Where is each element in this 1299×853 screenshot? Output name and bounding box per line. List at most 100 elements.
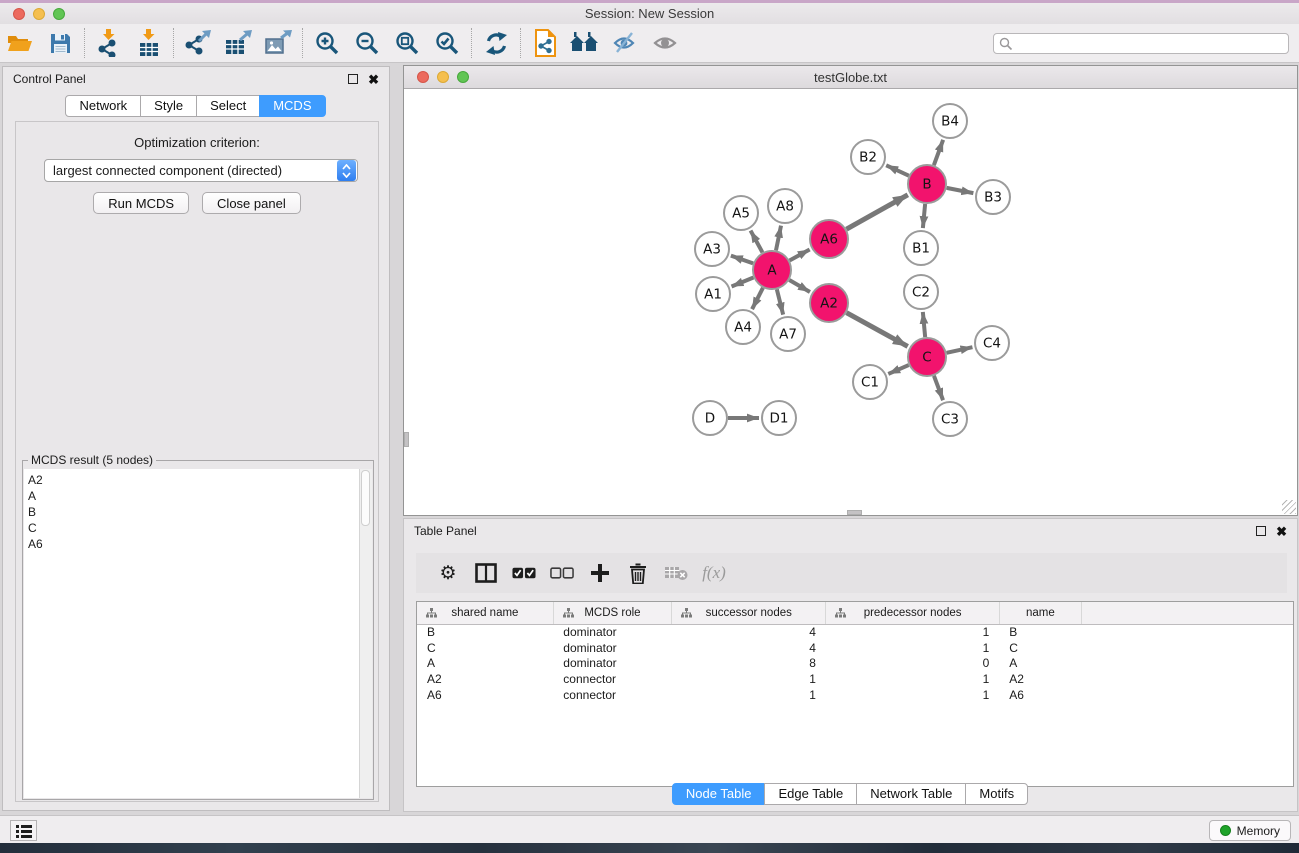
edge-A-A2[interactable] bbox=[789, 280, 810, 292]
svg-text:C4: C4 bbox=[983, 336, 1001, 352]
svg-text:A8: A8 bbox=[776, 199, 794, 215]
select-all-checks-icon[interactable] bbox=[512, 560, 536, 586]
node-A8[interactable]: A8 bbox=[768, 189, 802, 223]
node-A7[interactable]: A7 bbox=[771, 317, 805, 351]
column-header-successor-nodes[interactable]: successor nodes bbox=[672, 602, 826, 624]
new-network-from-file-icon[interactable] bbox=[525, 27, 565, 59]
refresh-icon[interactable] bbox=[476, 27, 516, 59]
edge-A6-B[interactable] bbox=[846, 195, 907, 229]
node-B1[interactable]: B1 bbox=[904, 231, 938, 265]
node-B[interactable]: B bbox=[908, 165, 946, 203]
edge-A-A6[interactable] bbox=[790, 250, 810, 261]
mcds-result-item: A6 bbox=[28, 536, 359, 552]
zoom-fit-icon[interactable] bbox=[387, 27, 427, 59]
result-scrollbar[interactable] bbox=[360, 469, 372, 798]
node-C1[interactable]: C1 bbox=[853, 365, 887, 399]
table-row[interactable]: A2connector11A2 bbox=[417, 671, 1294, 687]
network-graph: A A1 A2 A3 A4 A5 A6 A7 A8 B B1 B2 B3 B4 C C1 C2 C3 C4 D D1 bbox=[404, 89, 1297, 515]
edge-C-C3[interactable] bbox=[934, 376, 943, 400]
tab-edge-table[interactable]: Edge Table bbox=[764, 783, 857, 805]
export-network-icon[interactable] bbox=[178, 27, 218, 59]
tab-network-table[interactable]: Network Table bbox=[856, 783, 966, 805]
node-C2[interactable]: C2 bbox=[904, 275, 938, 309]
edge-A-A4[interactable] bbox=[752, 288, 763, 309]
node-A2[interactable]: A2 bbox=[810, 284, 848, 322]
node-D1[interactable]: D1 bbox=[762, 401, 796, 435]
tab-select[interactable]: Select bbox=[196, 95, 260, 117]
open-file-icon[interactable] bbox=[0, 27, 40, 59]
network-vertical-scrollbar-thumb[interactable] bbox=[404, 432, 409, 447]
memory-button[interactable]: Memory bbox=[1209, 820, 1291, 841]
node-A6[interactable]: A6 bbox=[810, 220, 848, 258]
network-horizontal-scrollbar-thumb[interactable] bbox=[847, 510, 862, 515]
edge-B-B2[interactable] bbox=[886, 165, 909, 175]
column-header-shared-name[interactable]: shared name bbox=[417, 602, 553, 624]
close-panel-icon[interactable]: ✖ bbox=[368, 73, 379, 86]
result-scrollbar-thumb[interactable] bbox=[361, 470, 370, 526]
zoom-out-icon[interactable] bbox=[347, 27, 387, 59]
edge-A-A7[interactable] bbox=[777, 289, 783, 314]
table-row[interactable]: A6connector11A6 bbox=[417, 687, 1294, 703]
edge-C-C2[interactable] bbox=[923, 312, 925, 337]
column-header-name[interactable]: name bbox=[999, 602, 1081, 624]
table-row[interactable]: Cdominator41C bbox=[417, 640, 1294, 656]
column-header-predecessor-nodes[interactable]: predecessor nodes bbox=[826, 602, 999, 624]
import-network-icon[interactable] bbox=[89, 27, 129, 59]
resize-grip[interactable] bbox=[1282, 500, 1296, 514]
node-B4[interactable]: B4 bbox=[933, 104, 967, 138]
node-A1[interactable]: A1 bbox=[696, 277, 730, 311]
edge-A-A1[interactable] bbox=[732, 278, 754, 287]
tab-mcds[interactable]: MCDS bbox=[259, 95, 325, 117]
zoom-in-icon[interactable] bbox=[307, 27, 347, 59]
hide-details-icon[interactable] bbox=[605, 27, 645, 59]
settings-gear-icon[interactable]: ⚙ bbox=[436, 560, 460, 586]
criterion-select[interactable]: largest connected component (directed) bbox=[44, 159, 358, 182]
panel-selector-button[interactable] bbox=[10, 820, 37, 841]
zoom-selected-icon[interactable] bbox=[427, 27, 467, 59]
node-A3[interactable]: A3 bbox=[695, 232, 729, 266]
tab-style[interactable]: Style bbox=[140, 95, 197, 117]
column-chooser-icon[interactable] bbox=[474, 560, 498, 586]
node-A[interactable]: A bbox=[753, 251, 791, 289]
tab-network[interactable]: Network bbox=[65, 95, 141, 117]
node-C[interactable]: C bbox=[908, 338, 946, 376]
edge-B-B3[interactable] bbox=[947, 188, 974, 193]
run-mcds-button[interactable]: Run MCDS bbox=[93, 192, 189, 214]
export-table-icon[interactable] bbox=[218, 27, 258, 59]
home-layout-icon[interactable] bbox=[565, 27, 605, 59]
node-C4[interactable]: C4 bbox=[975, 326, 1009, 360]
edge-B-B4[interactable] bbox=[934, 140, 943, 165]
column-header-mcds-role[interactable]: MCDS role bbox=[553, 602, 671, 624]
table-row[interactable]: Bdominator41B bbox=[417, 624, 1294, 640]
delete-column-icon[interactable] bbox=[626, 560, 650, 586]
node-C3[interactable]: C3 bbox=[933, 402, 967, 436]
close-table-panel-icon[interactable]: ✖ bbox=[1276, 525, 1287, 538]
tab-node-table[interactable]: Node Table bbox=[672, 783, 766, 805]
show-details-icon[interactable] bbox=[645, 27, 685, 59]
edge-C-C4[interactable] bbox=[947, 347, 973, 353]
float-panel-icon[interactable] bbox=[348, 74, 358, 84]
edge-C-C1[interactable] bbox=[888, 365, 908, 374]
float-table-panel-icon[interactable] bbox=[1256, 526, 1266, 536]
import-table-icon[interactable] bbox=[129, 27, 169, 59]
deselect-all-checks-icon[interactable] bbox=[550, 560, 574, 586]
close-panel-button[interactable]: Close panel bbox=[202, 192, 301, 214]
edge-A-A3[interactable] bbox=[731, 256, 753, 264]
edge-B-B1[interactable] bbox=[923, 204, 925, 228]
node-B2[interactable]: B2 bbox=[851, 140, 885, 174]
add-column-icon[interactable] bbox=[588, 560, 612, 586]
node-A4[interactable]: A4 bbox=[726, 310, 760, 344]
edge-A2-C[interactable] bbox=[847, 313, 908, 347]
search-input[interactable] bbox=[1013, 37, 1288, 51]
table-row[interactable]: Adominator80A bbox=[417, 656, 1294, 672]
network-canvas[interactable]: A A1 A2 A3 A4 A5 A6 A7 A8 B B1 B2 B3 B4 C C1 C2 C3 C4 D D1 bbox=[404, 89, 1297, 515]
edge-A-A5[interactable] bbox=[751, 231, 763, 253]
node-B3[interactable]: B3 bbox=[976, 180, 1010, 214]
search-box[interactable] bbox=[993, 33, 1289, 54]
export-image-icon[interactable] bbox=[258, 27, 298, 59]
node-A5[interactable]: A5 bbox=[724, 196, 758, 230]
edge-A-A8[interactable] bbox=[776, 226, 781, 251]
node-D[interactable]: D bbox=[693, 401, 727, 435]
save-session-icon[interactable] bbox=[40, 27, 80, 59]
tab-motifs[interactable]: Motifs bbox=[965, 783, 1028, 805]
